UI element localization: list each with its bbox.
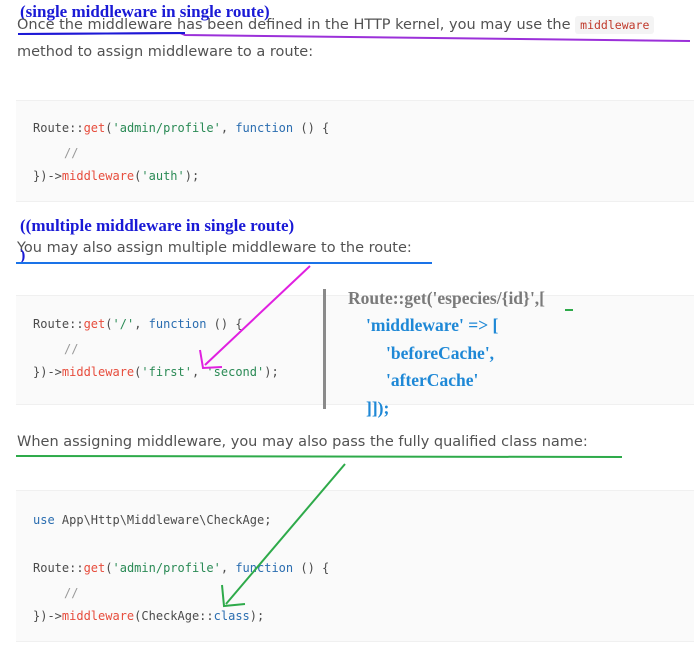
code-block-class: use App\Http\Middleware\CheckAge; Route:… — [16, 490, 694, 642]
section1-paragraph-line2: method to assign middleware to a route: — [17, 44, 314, 60]
handwritten-line1: Route::get('especies/{id}',[ — [348, 288, 546, 308]
handwritten-line2: 'middleware' => [ — [366, 315, 499, 335]
section1-text: Once the middleware has been defined in … — [17, 17, 571, 33]
code-line: })->middleware('auth'); — [33, 169, 200, 183]
code-line: Route::get('admin/profile', function () … — [33, 121, 330, 135]
code-block-multiple: Route::get('/', function () { // })->mid… — [16, 295, 694, 405]
annotation-multiple-middleware: ((multiple middleware in single route) — [20, 216, 295, 235]
green-underline — [15, 455, 623, 458]
inline-code-middleware: middleware — [575, 16, 655, 34]
divider-line — [323, 289, 326, 409]
code-comment: // — [64, 146, 79, 160]
code-line: Route::get('/', function () { — [33, 317, 243, 331]
code-comment: // — [64, 342, 79, 356]
annotation-stray-paren: ) — [20, 247, 26, 264]
code-line: })->middleware('first', 'second'); — [33, 365, 279, 379]
handwritten-line5: ]]); — [366, 398, 390, 418]
code-line: Route::get('admin/profile', function () … — [33, 561, 330, 575]
handwritten-line4: 'afterCache' — [386, 370, 479, 390]
section2-paragraph: You may also assign multiple middleware … — [17, 240, 412, 256]
code-comment: // — [64, 586, 79, 600]
code-block-auth: Route::get('admin/profile', function () … — [16, 100, 694, 202]
section1-paragraph-line1: Once the middleware has been defined in … — [17, 16, 655, 34]
purple-underline — [17, 31, 691, 42]
code-line: })->middleware(CheckAge::class); — [33, 609, 265, 623]
section3-paragraph: When assigning middleware, you may also … — [17, 434, 588, 450]
code-line: use App\Http\Middleware\CheckAge; — [33, 513, 272, 527]
blue-underline-short — [17, 32, 186, 35]
handwritten-line3: 'beforeCache', — [386, 343, 495, 363]
